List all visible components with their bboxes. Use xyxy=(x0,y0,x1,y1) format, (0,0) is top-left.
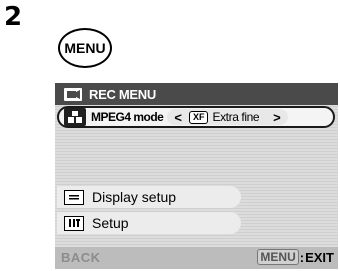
exit-label: EXIT xyxy=(305,249,334,265)
menu-button[interactable]: MENU xyxy=(58,28,112,68)
menu-key-icon: MENU xyxy=(257,249,299,265)
mpeg4-mode-label: MPEG4 mode xyxy=(91,110,164,124)
menu-item-label: Setup xyxy=(92,215,129,231)
chevron-right-icon[interactable]: > xyxy=(273,110,281,125)
menu-button-label: MENU xyxy=(64,40,106,56)
menu-item-display-setup[interactable]: Display setup xyxy=(57,186,241,208)
back-button[interactable]: BACK xyxy=(61,250,101,265)
quality-badge: XF xyxy=(188,110,209,124)
menu-title: REC MENU xyxy=(89,86,156,102)
mode-value-selector[interactable]: < XF Extra fine > xyxy=(167,109,288,125)
display-icon xyxy=(64,189,84,205)
menu-item-label: Display setup xyxy=(92,189,177,205)
header-bar: REC MENU xyxy=(55,83,338,105)
grid-icon xyxy=(64,108,86,126)
chevron-left-icon[interactable]: < xyxy=(174,110,182,125)
separator: : xyxy=(299,249,305,265)
camera-screen: REC MENU MPEG4 mode < XF Extra fine > Di… xyxy=(55,83,338,269)
mode-value: Extra fine xyxy=(212,110,260,124)
menu-exit-hint: MENU : EXIT xyxy=(257,249,334,265)
footer-bar: BACK MENU : EXIT xyxy=(55,247,338,269)
camera-icon xyxy=(64,87,82,101)
mpeg4-mode-row[interactable]: MPEG4 mode < XF Extra fine > xyxy=(57,106,335,128)
step-number: 2 xyxy=(4,2,23,32)
setup-icon xyxy=(64,215,84,231)
menu-item-setup[interactable]: Setup xyxy=(57,212,241,234)
